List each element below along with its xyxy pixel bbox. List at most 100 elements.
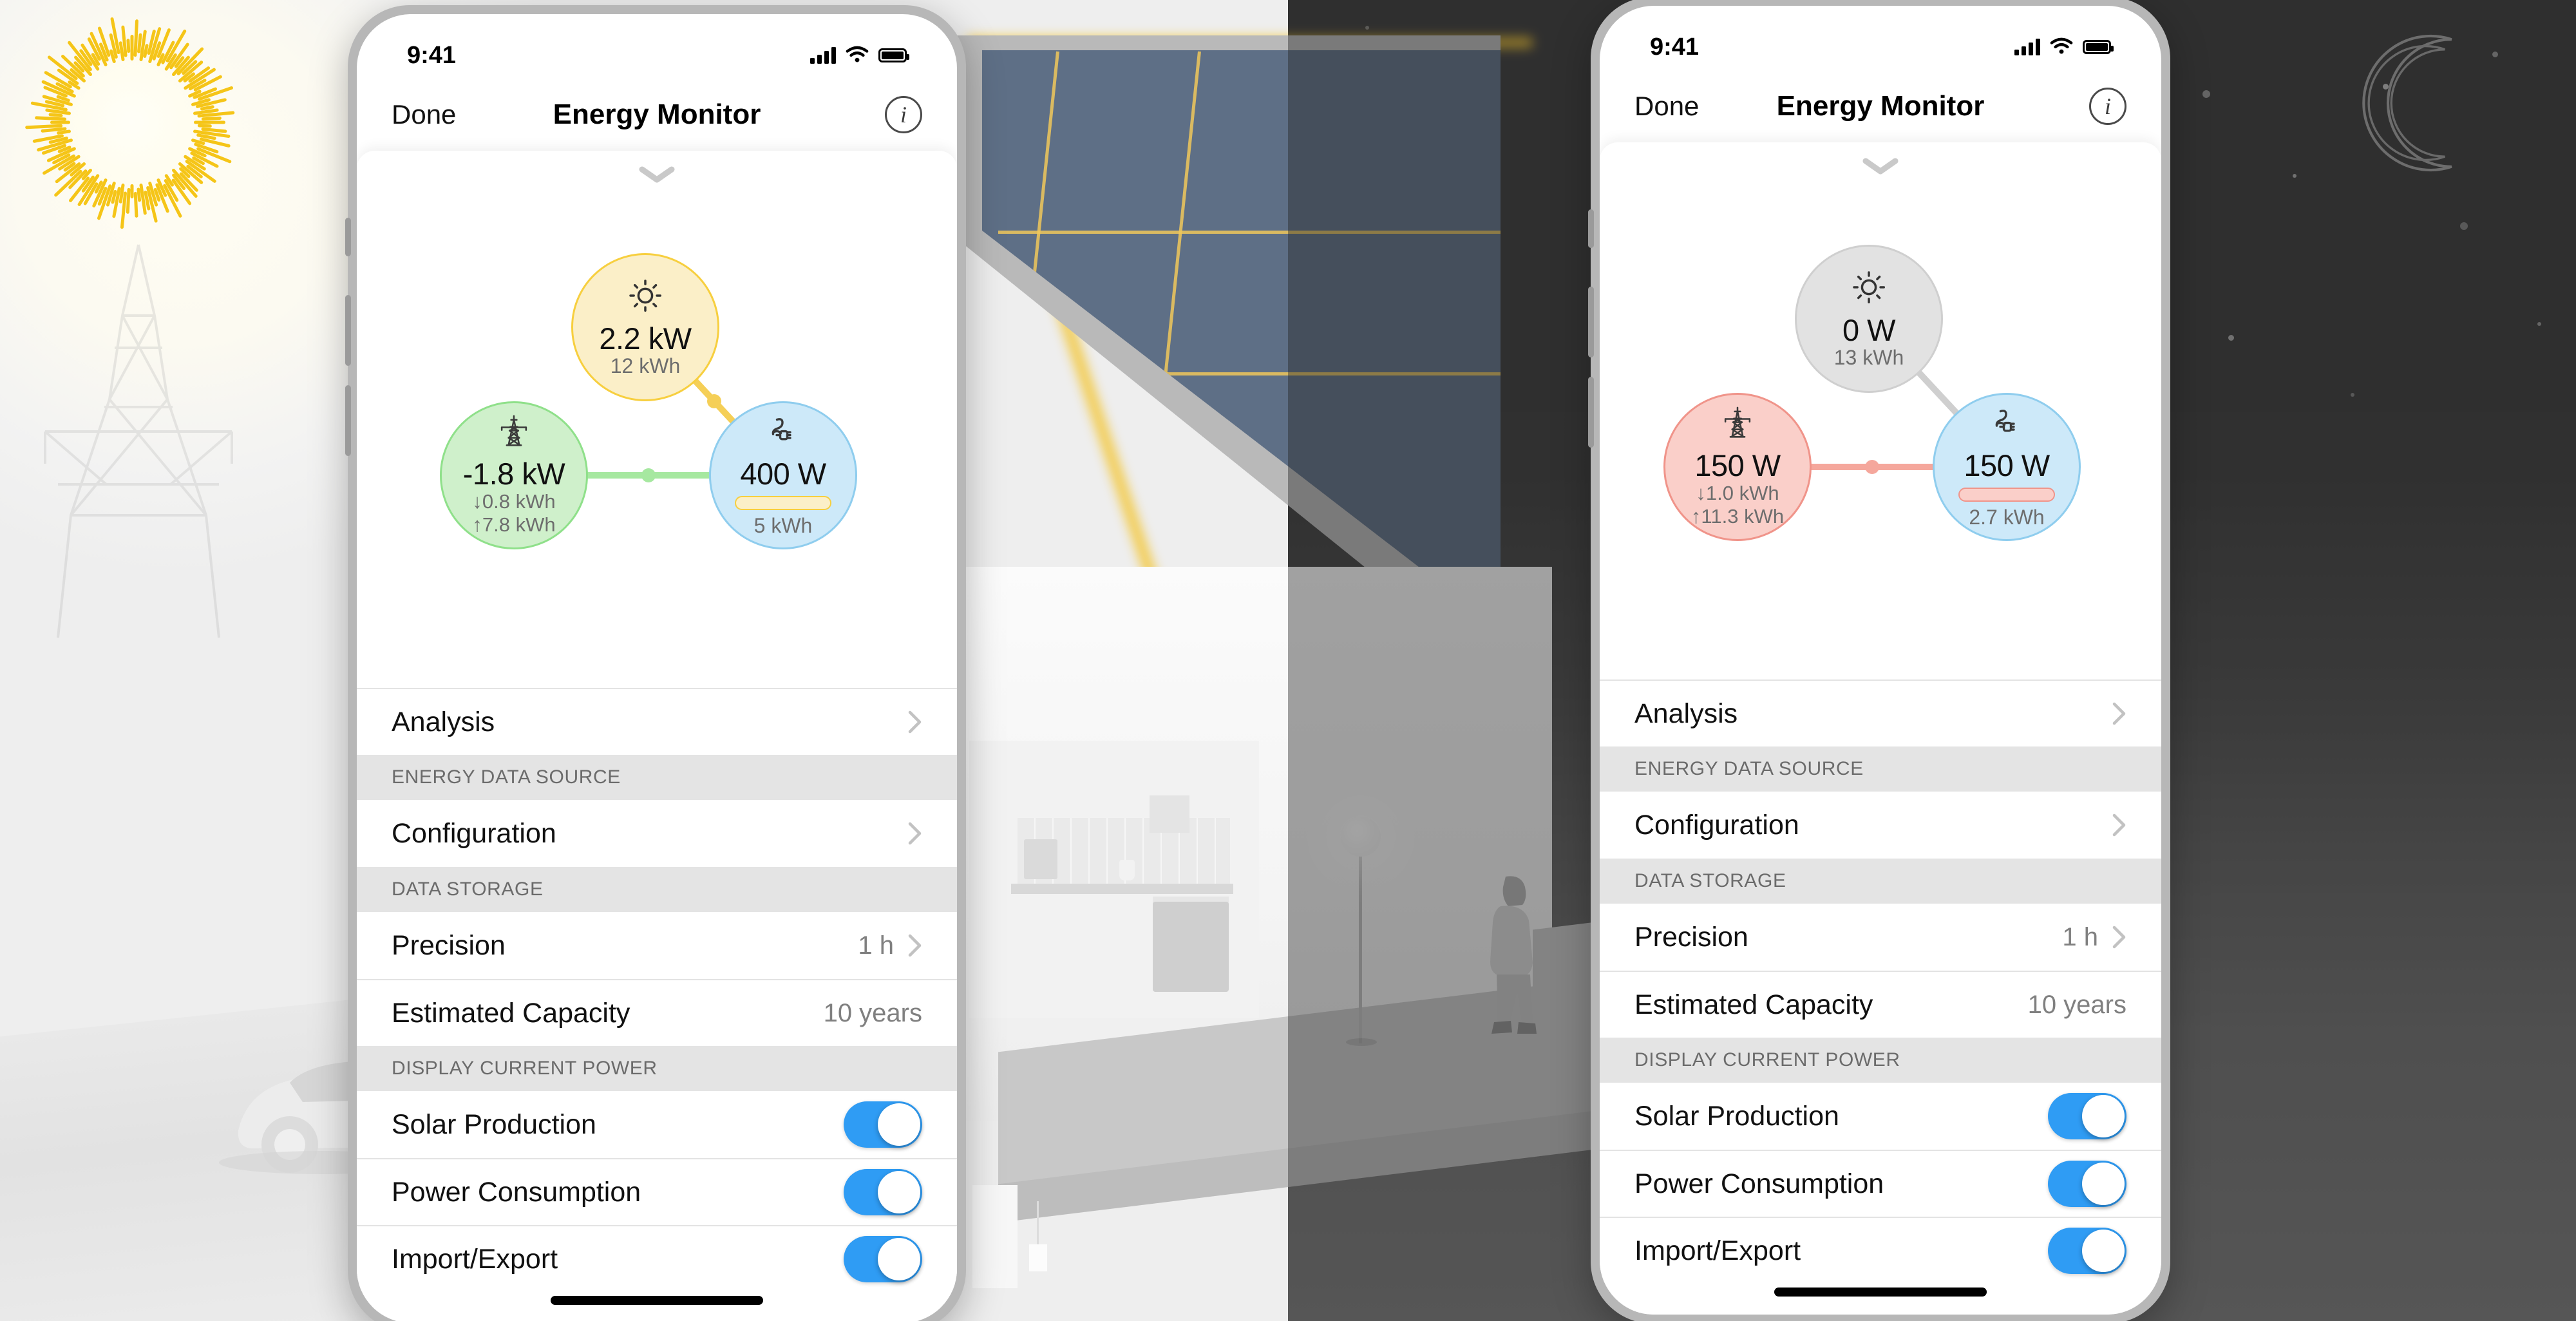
cellular-signal-icon (2014, 39, 2040, 55)
flow-node-grid[interactable]: -1.8 kW ↓0.8 kWh ↑7.8 kWh (440, 401, 588, 549)
chevron-down-icon[interactable] (1862, 157, 1899, 175)
row-accessory (2048, 1228, 2126, 1274)
status-bar: 9:41 (357, 14, 957, 79)
done-button[interactable]: Done (1634, 91, 1699, 122)
list-row-import-export[interactable]: Import/Export (1600, 1217, 2161, 1284)
row-accessory: 10 years (2028, 991, 2126, 1020)
home-indicator[interactable] (551, 1296, 763, 1305)
settings-list: Analysis ENERGY DATA SOURCE Configuration D… (1600, 680, 2161, 1284)
toggle-knob (878, 1103, 920, 1146)
solar-power-value: 2.2 kW (599, 321, 692, 356)
toggle-knob (2082, 1230, 2125, 1272)
info-circle-icon[interactable]: i (2089, 88, 2126, 125)
sheet-collapse-handle[interactable] (1600, 142, 2161, 190)
list-row-power-consumption[interactable]: Power Consumption (357, 1158, 957, 1225)
chevron-right-icon (2112, 701, 2126, 726)
list-row-power-consumption[interactable]: Power Consumption (1600, 1150, 2161, 1217)
chevron-right-icon (908, 710, 922, 734)
row-label: Analysis (392, 706, 495, 737)
row-label: Configuration (392, 817, 556, 849)
chevron-right-icon (908, 821, 922, 846)
flow-node-consumption[interactable]: 150 W 2.7 kWh (1933, 393, 2081, 541)
info-circle-icon[interactable]: i (885, 96, 922, 133)
toggle-switch[interactable] (2048, 1161, 2126, 1207)
energy-sheet: 0 W 13 kWh 150 W ↓1.0 kWh ↑11.3 kWh 150 … (1600, 142, 2161, 1315)
toggle-switch[interactable] (2048, 1093, 2126, 1139)
consumption-energy-value: 5 kWh (753, 514, 813, 538)
list-row-estimated-capacity[interactable]: Estimated Capacity 10 years (357, 979, 957, 1046)
pylon-icon (495, 413, 533, 454)
list-row-configuration[interactable]: Configuration (357, 800, 957, 867)
status-time: 9:41 (1650, 33, 1700, 61)
row-label: Estimated Capacity (1634, 989, 1873, 1020)
list-row-precision[interactable]: Precision 1 h (1600, 904, 2161, 971)
list-row-import-export[interactable]: Import/Export (357, 1225, 957, 1292)
sheet-collapse-handle[interactable] (357, 151, 957, 198)
solar-energy-value: 13 kWh (1833, 346, 1904, 370)
row-label: Import/Export (1634, 1235, 1801, 1266)
row-label: Analysis (1634, 698, 1738, 729)
row-accessory (2048, 1093, 2126, 1139)
chevron-down-icon[interactable] (639, 166, 675, 184)
row-label: Solar Production (1634, 1100, 1839, 1132)
row-label: Solar Production (392, 1108, 596, 1140)
flow-direction-dot (1865, 460, 1879, 474)
toggle-switch[interactable] (844, 1169, 922, 1215)
done-button[interactable]: Done (392, 99, 456, 130)
volume-up-button[interactable] (345, 295, 351, 366)
row-accessory: 1 h (2062, 923, 2126, 952)
solar-power-value: 0 W (1842, 312, 1896, 347)
status-time: 9:41 (407, 41, 457, 69)
row-label: Configuration (1634, 809, 1799, 841)
row-value: 1 h (858, 931, 894, 960)
list-row-solar-production[interactable]: Solar Production (1600, 1083, 2161, 1150)
toggle-switch[interactable] (844, 1236, 922, 1282)
row-accessory (2048, 1161, 2126, 1207)
flow-node-consumption[interactable]: 400 W 5 kWh (709, 401, 857, 549)
volume-down-button[interactable] (345, 385, 351, 456)
sun-icon (625, 276, 665, 319)
consumption-source-bar (735, 496, 831, 511)
energy-flow-diagram: 0 W 13 kWh 150 W ↓1.0 kWh ↑11.3 kWh 150 … (1600, 190, 2161, 680)
sun-icon (1849, 267, 1889, 310)
settings-list: Analysis ENERGY DATA SOURCE Configuration D… (357, 688, 957, 1292)
volume-up-button[interactable] (1588, 287, 1594, 357)
flow-node-solar[interactable]: 0 W 13 kWh (1795, 245, 1943, 393)
list-row-precision[interactable]: Precision 1 h (357, 912, 957, 979)
consumption-power-value: 400 W (740, 456, 826, 491)
energy-sheet: 2.2 kW 12 kWh -1.8 kW ↓0.8 kWh ↑7.8 kWh … (357, 151, 957, 1321)
mute-switch[interactable] (345, 218, 351, 256)
consumption-source-bar (1958, 488, 2055, 502)
row-accessory (2112, 701, 2126, 726)
kettle-icon (1119, 860, 1135, 880)
list-row-analysis[interactable]: Analysis (1600, 680, 2161, 746)
home-indicator[interactable] (1774, 1288, 1987, 1297)
toggle-switch[interactable] (2048, 1228, 2126, 1274)
coffee-machine-icon (1024, 839, 1057, 879)
row-accessory (844, 1236, 922, 1282)
list-row-configuration[interactable]: Configuration (1600, 792, 2161, 859)
row-label: Power Consumption (392, 1176, 641, 1208)
volume-down-button[interactable] (1588, 377, 1594, 448)
sun-ray (130, 184, 134, 198)
row-label: Precision (1634, 921, 1748, 953)
toggle-switch[interactable] (844, 1101, 922, 1148)
flow-node-solar[interactable]: 2.2 kW 12 kWh (571, 253, 719, 401)
wifi-icon (845, 42, 869, 70)
chevron-right-icon (2112, 925, 2126, 949)
navigation-bar: Done Energy Monitor i (357, 79, 957, 151)
list-row-analysis[interactable]: Analysis (357, 688, 957, 755)
flow-node-grid[interactable]: 150 W ↓1.0 kWh ↑11.3 kWh (1663, 393, 1812, 541)
list-row-solar-production[interactable]: Solar Production (357, 1091, 957, 1158)
phone-night-mode: 9:41 Done Energy Monitor i 0 W 13 kWh 15… (1588, 0, 2170, 1321)
grid-power-value: 150 W (1694, 448, 1781, 483)
row-label: Precision (392, 929, 506, 961)
list-row-estimated-capacity[interactable]: Estimated Capacity 10 years (1600, 971, 2161, 1038)
kitchen-counter (1011, 884, 1233, 894)
mute-switch[interactable] (1588, 209, 1594, 248)
flow-direction-dot (707, 394, 721, 408)
row-value: 10 years (823, 998, 922, 1027)
chevron-right-icon (908, 933, 922, 958)
section-header: DATA STORAGE (357, 867, 957, 912)
phone-day-mode: 9:41 Done Energy Monitor i 2.2 kW 12 kWh (345, 5, 966, 1321)
